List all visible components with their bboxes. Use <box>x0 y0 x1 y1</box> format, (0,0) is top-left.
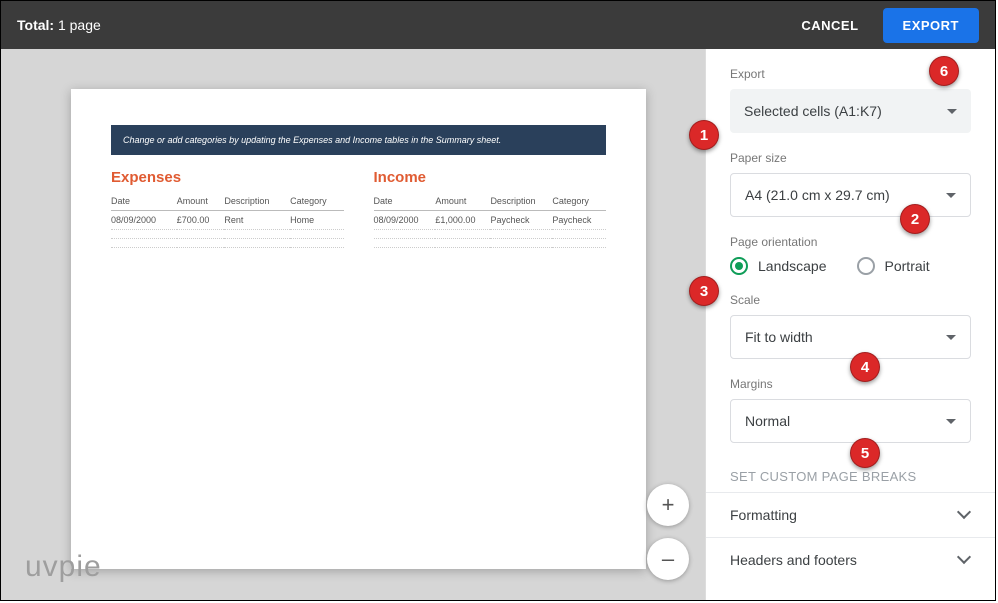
orientation-label: Page orientation <box>730 235 971 249</box>
print-preview-area: Change or add categories by updating the… <box>1 49 705 600</box>
expenses-title: Expenses <box>111 169 344 186</box>
radio-unchecked-icon <box>857 257 875 275</box>
table-row <box>374 239 607 248</box>
preview-page: Change or add categories by updating the… <box>71 89 646 569</box>
table-row <box>111 239 344 248</box>
paper-size-label: Paper size <box>730 151 971 165</box>
table-row: 08/09/2000 £1,000.00 Paycheck Paycheck <box>374 211 607 230</box>
income-section: Income Date Amount Description Category … <box>374 169 607 248</box>
table-row <box>111 230 344 239</box>
zoom-in-button[interactable]: + <box>647 484 689 526</box>
annotation-5: 5 <box>850 438 880 468</box>
orientation-landscape-radio[interactable]: Landscape <box>730 257 827 275</box>
cancel-button[interactable]: CANCEL <box>789 10 870 41</box>
chevron-down-icon <box>946 419 956 424</box>
chevron-down-icon <box>959 509 971 521</box>
margins-label: Margins <box>730 377 971 391</box>
margins-select[interactable]: Normal <box>730 399 971 443</box>
annotation-3: 3 <box>689 276 719 306</box>
annotation-4: 4 <box>850 352 880 382</box>
formatting-expander[interactable]: Formatting <box>706 492 995 537</box>
orientation-portrait-radio[interactable]: Portrait <box>857 257 930 275</box>
set-custom-page-breaks-link[interactable]: SET CUSTOM PAGE BREAKS <box>730 461 971 492</box>
income-table: Date Amount Description Category 08/09/2… <box>374 192 607 248</box>
chevron-down-icon <box>947 109 957 114</box>
export-settings-panel: Export Selected cells (A1:K7) Paper size… <box>705 49 995 600</box>
chevron-down-icon <box>946 193 956 198</box>
expenses-section: Expenses Date Amount Description Categor… <box>111 169 344 248</box>
chevron-down-icon <box>959 554 971 566</box>
scale-select[interactable]: Fit to width <box>730 315 971 359</box>
table-row <box>374 230 607 239</box>
chevron-down-icon <box>946 335 956 340</box>
annotation-1: 1 <box>689 120 719 150</box>
income-title: Income <box>374 169 607 186</box>
top-toolbar: Total: 1 page CANCEL EXPORT <box>1 1 995 49</box>
table-row: 08/09/2000 £700.00 Rent Home <box>111 211 344 230</box>
export-range-select[interactable]: Selected cells (A1:K7) <box>730 89 971 133</box>
annotation-6: 6 <box>929 56 959 86</box>
radio-checked-icon <box>730 257 748 275</box>
zoom-out-button[interactable]: – <box>647 538 689 580</box>
paper-size-select[interactable]: A4 (21.0 cm x 29.7 cm) <box>730 173 971 217</box>
expenses-table: Date Amount Description Category 08/09/2… <box>111 192 344 248</box>
export-button[interactable]: EXPORT <box>883 8 979 43</box>
scale-label: Scale <box>730 293 971 307</box>
banner-text: Change or add categories by updating the… <box>111 125 606 155</box>
page-count: Total: 1 page <box>17 17 101 33</box>
headers-footers-expander[interactable]: Headers and footers <box>706 537 995 582</box>
watermark: uvpie <box>25 550 102 584</box>
annotation-2: 2 <box>900 204 930 234</box>
